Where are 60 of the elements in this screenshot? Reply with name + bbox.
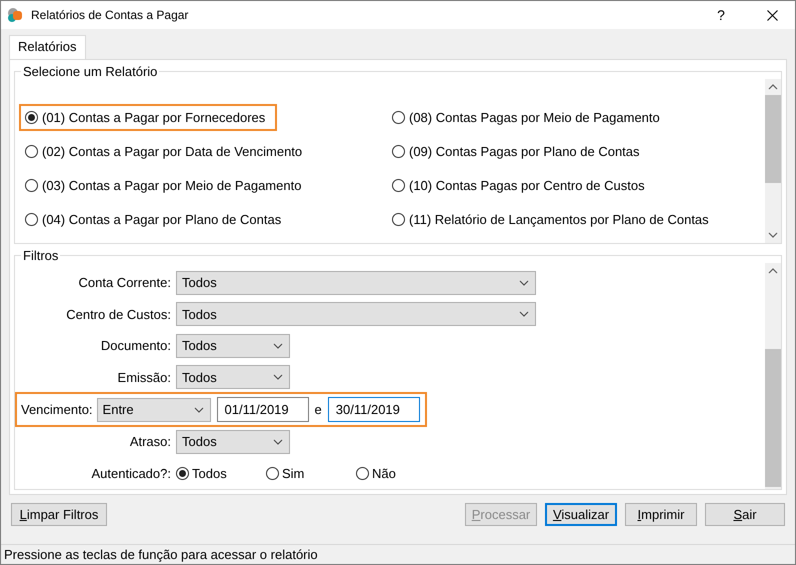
- report-option[interactable]: (03) Contas a Pagar por Meio de Pagamento: [19, 172, 314, 198]
- scrollbar[interactable]: [765, 263, 781, 489]
- chevron-down-icon: [519, 311, 529, 318]
- report-option[interactable]: (11) Relatório de Lançamentos por Plano de Contas: [386, 206, 721, 232]
- field-label: Atraso:: [128, 434, 172, 450]
- radio-button[interactable]: [392, 212, 405, 226]
- chevron-down-icon: [194, 406, 204, 412]
- field-label: Autenticado?:: [90, 466, 172, 481]
- radio-button[interactable]: [266, 466, 279, 480]
- radio-button[interactable]: [25, 212, 38, 226]
- date-field[interactable]: 01/11/2019: [216, 397, 309, 422]
- scrollbar[interactable]: [765, 79, 781, 243]
- button[interactable]: Imprimir: [625, 502, 697, 526]
- radio-button[interactable]: [25, 178, 38, 192]
- close-icon: [766, 10, 778, 20]
- date-field[interactable]: 30/11/2019: [328, 397, 420, 422]
- radio-button[interactable]: [25, 110, 38, 124]
- chevron-down-icon: [273, 374, 283, 380]
- field-label: Centro de Custos:: [65, 306, 172, 322]
- radio-button[interactable]: [392, 110, 405, 124]
- app-logo-icon: [7, 7, 23, 23]
- button[interactable]: Visualizar: [545, 502, 617, 526]
- dropdown[interactable]: Todos: [176, 302, 536, 326]
- scrollbar-thumb[interactable]: [765, 349, 781, 487]
- radio-button[interactable]: [176, 466, 189, 480]
- scrollbar-thumb[interactable]: [765, 95, 781, 183]
- radio-option[interactable]: Não: [356, 466, 446, 481]
- radio-button[interactable]: [392, 144, 405, 158]
- button[interactable]: Sair: [705, 502, 785, 526]
- dropdown[interactable]: Todos: [176, 270, 536, 295]
- status-bar: Pressione as teclas de função para acessar o relatório: [1, 544, 795, 564]
- report-option[interactable]: (08) Contas Pagas por Meio de Pagamento: [386, 104, 672, 130]
- radio-button[interactable]: [356, 466, 369, 480]
- radio-option[interactable]: Sim: [266, 466, 356, 481]
- tab[interactable]: Relatórios: [9, 35, 86, 59]
- radio-option[interactable]: Todos: [176, 466, 266, 481]
- chevron-down-icon: [273, 438, 283, 445]
- group-title: Selecione um Relatório: [22, 64, 158, 79]
- report-option[interactable]: (09) Contas Pagas por Plano de Contas: [386, 138, 652, 164]
- field-label: Vencimento:: [21, 402, 93, 417]
- chevron-down-icon: [519, 280, 529, 286]
- group-title: Filtros: [22, 248, 60, 263]
- field-label: Documento:: [100, 338, 172, 354]
- dropdown[interactable]: Todos: [176, 430, 290, 454]
- radio-button[interactable]: [25, 144, 38, 158]
- button[interactable]: Limpar Filtros: [11, 502, 107, 526]
- radio-button[interactable]: [392, 178, 405, 192]
- dropdown[interactable]: Todos: [176, 365, 290, 390]
- field-label: Conta Corrente:: [78, 275, 172, 290]
- dropdown[interactable]: Entre: [96, 398, 211, 422]
- dropdown[interactable]: Todos: [176, 334, 290, 358]
- chevron-down-icon: [273, 342, 283, 349]
- help-button[interactable]: ?: [701, 7, 741, 23]
- report-option[interactable]: (10) Contas Pagas por Centro de Custos: [386, 172, 657, 198]
- report-option[interactable]: (02) Contas a Pagar por Data de Vencimento: [19, 138, 314, 164]
- window-title: Relatórios de Contas a Pagar: [31, 8, 190, 22]
- highlighted-report-option[interactable]: (01) Contas a Pagar por Fornecedores: [19, 104, 278, 130]
- range-separator: e: [314, 402, 322, 417]
- field-label: Emissão:: [116, 370, 172, 385]
- report-option[interactable]: (04) Contas a Pagar por Plano de Contas: [19, 206, 294, 232]
